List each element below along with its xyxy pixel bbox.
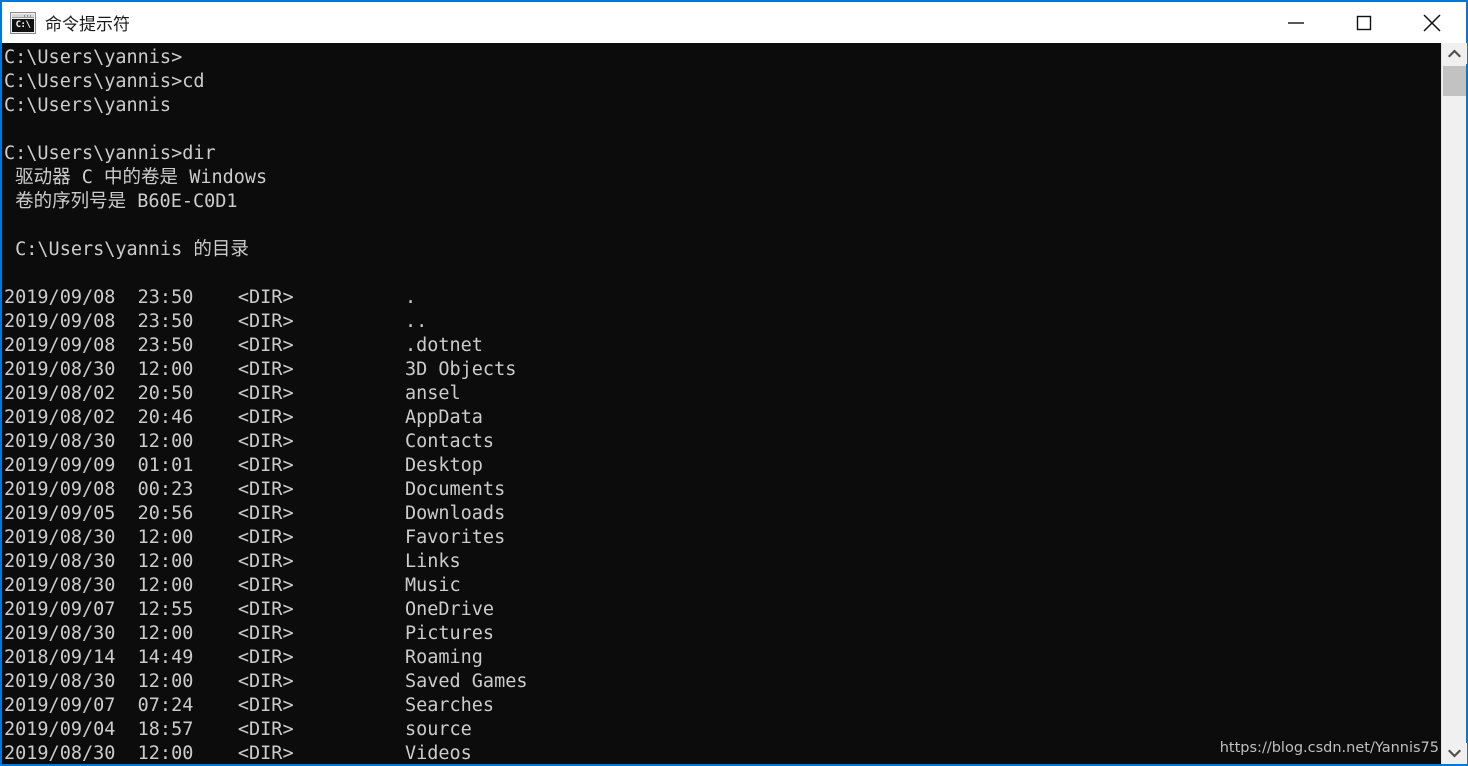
watermark-url: https://blog.csdn.net/Yannis75 (1219, 740, 1439, 756)
cmd-prompt-icon: C:\ (10, 11, 36, 34)
minimize-button[interactable] (1262, 2, 1330, 43)
minimize-icon (1288, 21, 1304, 24)
cmd-icon-screen-text: C:\ (12, 18, 34, 32)
close-button[interactable] (1398, 2, 1466, 43)
window-titlebar[interactable]: C:\ 命令提示符 (2, 2, 1466, 43)
scrollbar-track[interactable] (1442, 64, 1466, 743)
window-controls (1262, 2, 1466, 43)
console-text: C:\Users\yannis> C:\Users\yannis>cd C:\U… (4, 47, 528, 764)
scroll-down-button[interactable] (1442, 743, 1467, 764)
scroll-up-button[interactable] (1442, 43, 1467, 64)
maximize-icon (1356, 15, 1372, 30)
scrollbar-thumb[interactable] (1443, 66, 1466, 96)
command-prompt-window: C:\ 命令提示符 C:\Users\yannis> C:\Users\yann… (0, 0, 1468, 766)
maximize-button[interactable] (1330, 2, 1398, 43)
window-title: 命令提示符 (45, 15, 130, 35)
terminal-output-area[interactable]: C:\Users\yannis> C:\Users\yannis>cd C:\U… (2, 43, 1441, 764)
vertical-scrollbar[interactable] (1441, 43, 1467, 764)
chevron-up-icon (1448, 49, 1461, 58)
titlebar-left-group: C:\ 命令提示符 (2, 2, 1262, 43)
chevron-down-icon (1448, 749, 1461, 758)
close-icon (1423, 13, 1441, 32)
cmd-icon-titlebar-strip (12, 13, 34, 18)
